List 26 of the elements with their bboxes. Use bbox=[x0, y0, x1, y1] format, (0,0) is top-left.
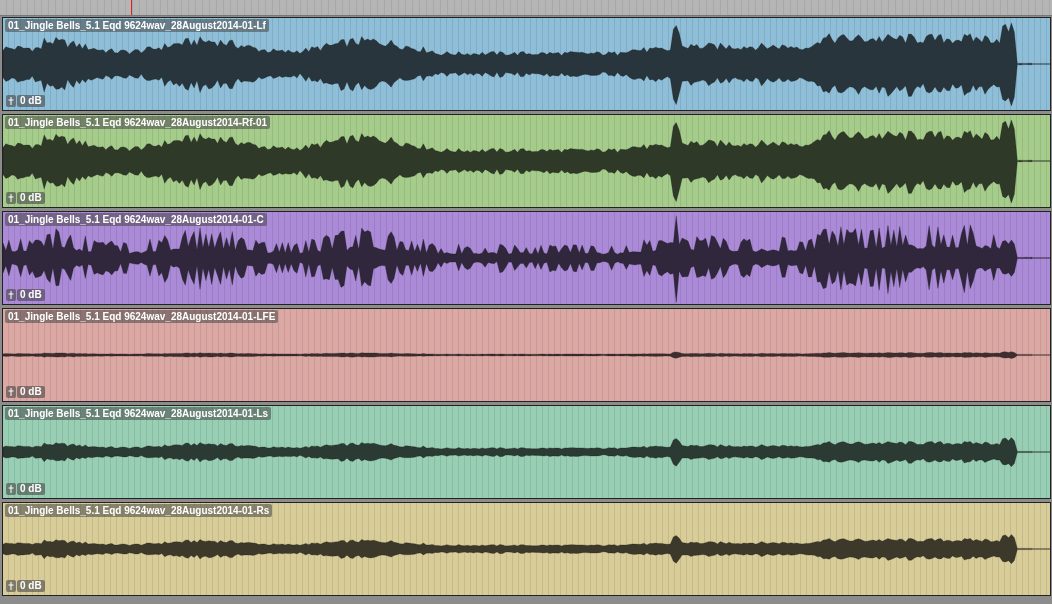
audio-clip[interactable]: 01_Jingle Bells_5.1 Eqd 9624wav_28August2014-01-Ls 0 dB bbox=[2, 405, 1051, 499]
gain-icon[interactable] bbox=[6, 580, 16, 592]
clip-gain: 0 dB bbox=[17, 192, 45, 204]
clip-gain: 0 dB bbox=[17, 386, 45, 398]
playhead-marker[interactable] bbox=[131, 0, 132, 15]
audio-clip[interactable]: 01_Jingle Bells_5.1 Eqd 9624wav_28August2014-Rf-01 0 dB bbox=[2, 114, 1051, 208]
clip-name: 01_Jingle Bells_5.1 Eqd 9624wav_28August2014-01-Lf bbox=[5, 19, 269, 32]
clip-gain: 0 dB bbox=[17, 289, 45, 301]
gain-icon[interactable] bbox=[6, 483, 16, 495]
audio-clip[interactable]: 01_Jingle Bells_5.1 Eqd 9624wav_28August2014-01-C 0 dB bbox=[2, 211, 1051, 305]
clip-name: 01_Jingle Bells_5.1 Eqd 9624wav_28August2014-01-Ls bbox=[5, 407, 272, 420]
gain-icon[interactable] bbox=[6, 95, 16, 107]
clip-name: 01_Jingle Bells_5.1 Eqd 9624wav_28August2014-Rf-01 bbox=[5, 116, 271, 129]
clip-name: 01_Jingle Bells_5.1 Eqd 9624wav_28August2014-01-Rs bbox=[5, 504, 273, 517]
audio-clip[interactable]: 01_Jingle Bells_5.1 Eqd 9624wav_28August2014-01-Rs 0 dB bbox=[2, 502, 1051, 596]
timeline-ruler[interactable] bbox=[0, 0, 1052, 16]
gain-icon[interactable] bbox=[6, 386, 16, 398]
clip-gain: 0 dB bbox=[17, 95, 45, 107]
clip-name: 01_Jingle Bells_5.1 Eqd 9624wav_28August2014-01-LFE bbox=[5, 310, 279, 323]
audio-clip[interactable]: 01_Jingle Bells_5.1 Eqd 9624wav_28August2014-01-LFE 0 dB bbox=[2, 308, 1051, 402]
gain-icon[interactable] bbox=[6, 192, 16, 204]
clip-name: 01_Jingle Bells_5.1 Eqd 9624wav_28August2014-01-C bbox=[5, 213, 267, 226]
gain-icon[interactable] bbox=[6, 289, 16, 301]
audio-clip[interactable]: 01_Jingle Bells_5.1 Eqd 9624wav_28August2014-01-Lf 0 dB bbox=[2, 17, 1051, 111]
clip-gain: 0 dB bbox=[17, 483, 45, 495]
clip-gain: 0 dB bbox=[17, 580, 45, 592]
